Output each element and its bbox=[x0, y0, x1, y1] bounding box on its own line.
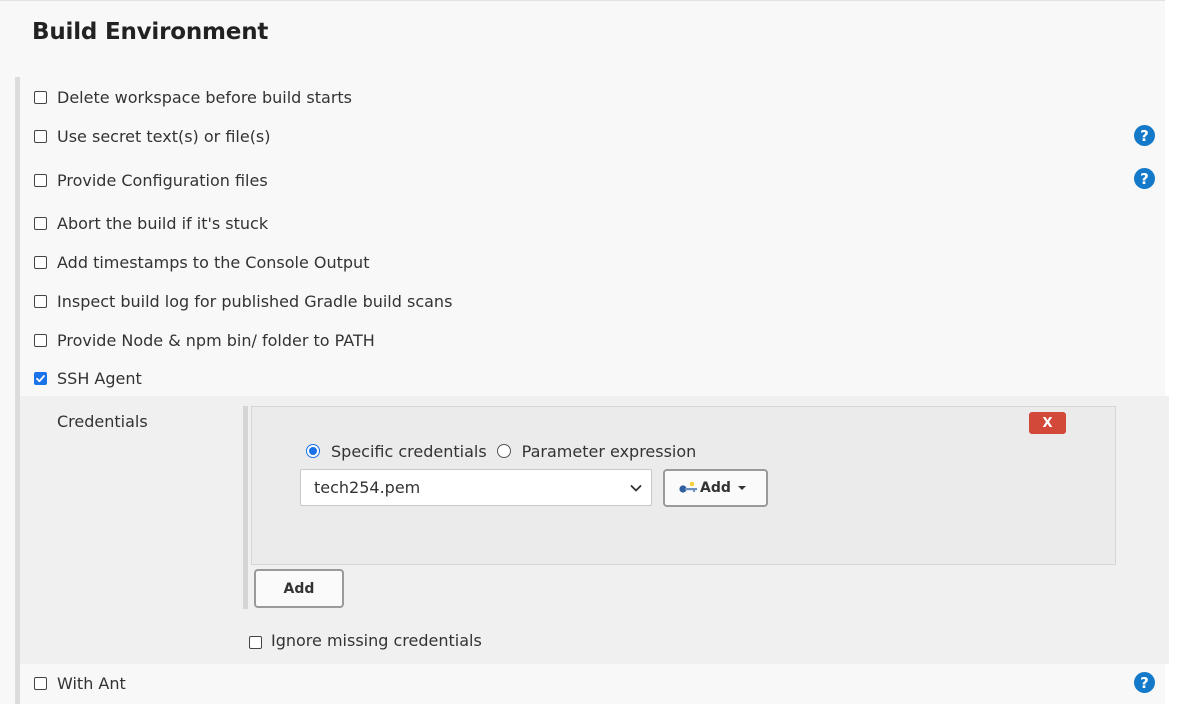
radio-specific-label: Specific credentials bbox=[331, 441, 487, 461]
option-ssh-agent[interactable]: SSH Agent bbox=[34, 368, 142, 388]
credentials-bar bbox=[243, 406, 248, 609]
option-label: Provide Node & npm bin/ folder to PATH bbox=[57, 330, 375, 350]
radio-specific-credentials[interactable] bbox=[306, 444, 320, 458]
help-icon[interactable]: ? bbox=[1134, 125, 1155, 146]
checkbox[interactable] bbox=[34, 173, 47, 187]
credentials-label: Credentials bbox=[57, 412, 148, 431]
check-icon bbox=[36, 374, 45, 382]
option-label: Abort the build if it's stuck bbox=[57, 213, 269, 233]
credential-select-value: tech254.pem bbox=[314, 478, 421, 497]
option-node-npm[interactable]: Provide Node & npm bin/ folder to PATH bbox=[34, 330, 375, 350]
delete-credential-button[interactable]: X bbox=[1029, 412, 1066, 434]
option-label: Provide Configuration files bbox=[57, 170, 268, 190]
section-title: Build Environment bbox=[32, 19, 269, 45]
checkbox[interactable] bbox=[34, 129, 47, 143]
ignore-missing-label: Ignore missing credentials bbox=[271, 630, 482, 650]
radio-parameter-expression[interactable] bbox=[496, 444, 511, 458]
checkbox[interactable] bbox=[34, 255, 47, 269]
checkbox[interactable] bbox=[34, 333, 47, 347]
help-icon[interactable]: ? bbox=[1134, 168, 1155, 189]
option-label: Inspect build log for published Gradle b… bbox=[57, 291, 453, 311]
option-label: Add timestamps to the Console Output bbox=[57, 252, 370, 272]
option-label: Delete workspace before build starts bbox=[57, 87, 353, 107]
option-label: SSH Agent bbox=[57, 368, 142, 388]
add-credential-button[interactable]: Add bbox=[254, 569, 344, 608]
credential-type-radios: Specific credentials Parameter expressio… bbox=[306, 441, 696, 461]
checkbox[interactable] bbox=[34, 294, 47, 308]
option-timestamps[interactable]: Add timestamps to the Console Output bbox=[34, 252, 369, 272]
checkbox[interactable] bbox=[34, 676, 47, 690]
add-credential-dropdown[interactable]: Add bbox=[663, 469, 768, 507]
option-delete-workspace[interactable]: Delete workspace before build starts bbox=[34, 87, 352, 107]
option-secret-text[interactable]: Use secret text(s) or file(s) bbox=[34, 126, 271, 146]
key-icon bbox=[679, 481, 697, 493]
option-gradle-scans[interactable]: Inspect build log for published Gradle b… bbox=[34, 291, 452, 311]
checkbox[interactable] bbox=[249, 636, 262, 649]
option-ignore-missing[interactable]: Ignore missing credentials bbox=[249, 630, 482, 650]
option-config-files[interactable]: Provide Configuration files bbox=[34, 170, 268, 190]
add-dropdown-label: Add bbox=[700, 480, 731, 496]
chevron-down-icon bbox=[630, 485, 642, 492]
option-label: Use secret text(s) or file(s) bbox=[57, 126, 271, 146]
checkbox[interactable] bbox=[34, 216, 47, 230]
caret-down-icon bbox=[737, 486, 746, 490]
radio-parameter-label: Parameter expression bbox=[521, 441, 697, 461]
credential-select[interactable]: tech254.pem bbox=[300, 469, 652, 506]
option-abort-stuck[interactable]: Abort the build if it's stuck bbox=[34, 213, 268, 233]
build-environment-panel: Build Environment Delete workspace befor… bbox=[0, 0, 1169, 704]
checkbox-checked[interactable] bbox=[34, 371, 47, 385]
help-icon[interactable]: ? bbox=[1134, 672, 1155, 693]
checkbox[interactable] bbox=[34, 90, 47, 104]
option-with-ant[interactable]: With Ant bbox=[34, 673, 126, 693]
option-label: With Ant bbox=[57, 673, 126, 693]
